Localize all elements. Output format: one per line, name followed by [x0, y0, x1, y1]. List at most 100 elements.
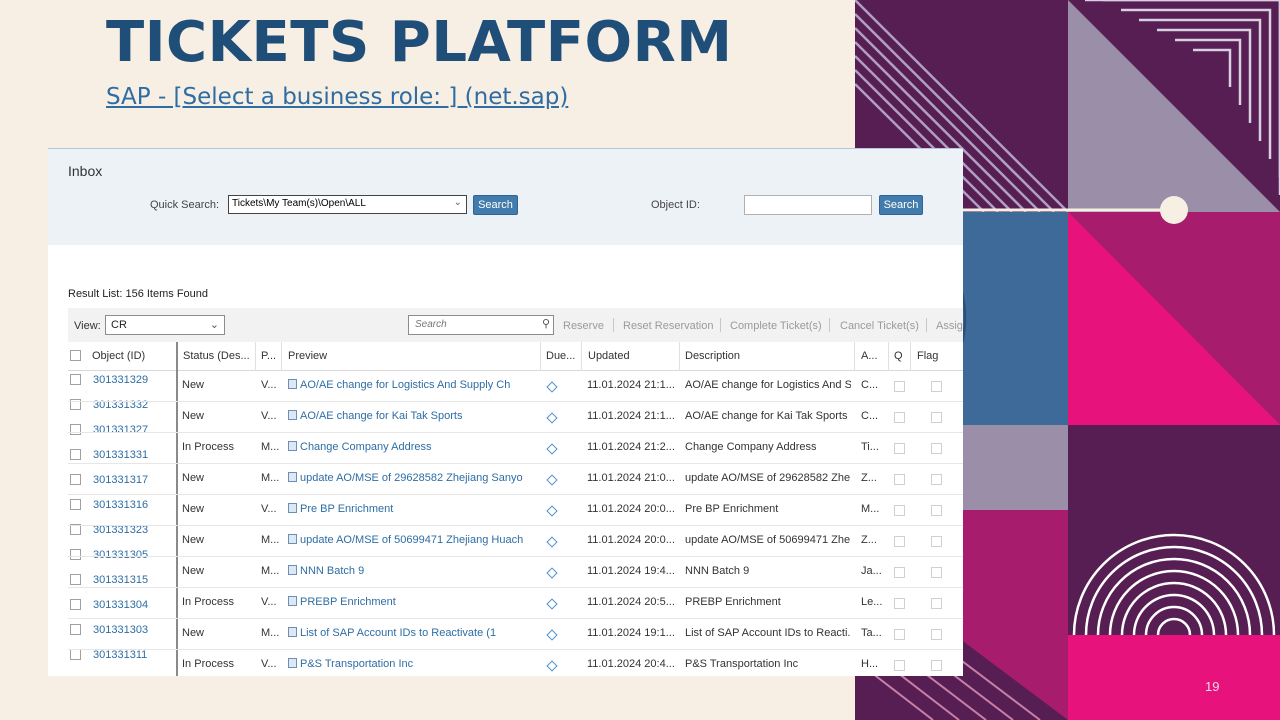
document-icon [288, 441, 297, 451]
q-checkbox[interactable] [894, 443, 905, 454]
q-checkbox[interactable] [894, 536, 905, 547]
priority-cell: M... [261, 534, 279, 546]
flag-checkbox[interactable] [931, 412, 942, 423]
q-checkbox[interactable] [894, 598, 905, 609]
table-row[interactable]: In Process M... Change Company Address 1… [68, 433, 963, 464]
q-checkbox[interactable] [894, 474, 905, 485]
updated-cell: 11.01.2024 21:0... [587, 472, 675, 484]
assignee-cell: Ti... [861, 441, 879, 453]
flag-checkbox[interactable] [931, 381, 942, 392]
view-select[interactable]: CR ⌄ [105, 315, 225, 335]
col-object-id[interactable]: Object (ID) [92, 350, 145, 362]
col-priority[interactable]: P... [261, 350, 283, 362]
col-updated[interactable]: Updated [588, 350, 630, 362]
updated-cell: 11.01.2024 21:1... [587, 379, 675, 391]
updated-cell: 11.01.2024 20:0... [587, 534, 675, 546]
col-due[interactable]: Due... [546, 350, 580, 362]
status-cell: New [182, 410, 205, 422]
col-assignee[interactable]: A... [861, 350, 881, 362]
priority-cell: M... [261, 565, 279, 577]
toolbar-separator [926, 318, 927, 332]
priority-cell: V... [261, 503, 277, 515]
priority-cell: V... [261, 410, 277, 422]
preview-link[interactable]: update AO/MSE of 29628582 Zhejiang Sanyo [288, 472, 538, 484]
flag-checkbox[interactable] [931, 505, 942, 516]
toolbar-separator [829, 318, 830, 332]
flag-checkbox[interactable] [931, 567, 942, 578]
table-row[interactable]: New M... List of SAP Account IDs to Reac… [68, 619, 963, 650]
preview-link[interactable]: AO/AE change for Logistics And Supply Ch [288, 379, 538, 391]
object-id-search-button[interactable]: Search [879, 195, 923, 215]
table-row[interactable]: New V... Pre BP Enrichment 11.01.2024 20… [68, 495, 963, 526]
reset-reservation-button[interactable]: Reset Reservation [623, 320, 714, 332]
preview-link[interactable]: Change Company Address [288, 441, 538, 453]
document-icon [288, 565, 297, 575]
assignee-cell: Z... [861, 472, 877, 484]
status-cell: New [182, 534, 205, 546]
quick-search-button[interactable]: Search [473, 195, 518, 215]
preview-link[interactable]: List of SAP Account IDs to Reactivate (1 [288, 627, 538, 639]
table-row[interactable]: New M... update AO/MSE of 29628582 Zheji… [68, 464, 963, 495]
col-description[interactable]: Description [685, 350, 740, 362]
q-checkbox[interactable] [894, 629, 905, 640]
flag-checkbox[interactable] [931, 660, 942, 671]
preview-link[interactable]: update AO/MSE of 50699471 Zhejiang Huach [288, 534, 538, 546]
updated-cell: 11.01.2024 20:5... [587, 596, 675, 608]
preview-link[interactable]: Pre BP Enrichment [288, 503, 538, 515]
updated-cell: 11.01.2024 21:2... [587, 441, 675, 453]
cancel-tickets-button[interactable]: Cancel Ticket(s) [840, 320, 919, 332]
q-checkbox[interactable] [894, 381, 905, 392]
status-cell: New [182, 503, 205, 515]
status-cell: In Process [182, 441, 234, 453]
priority-cell: M... [261, 627, 279, 639]
preview-link[interactable]: NNN Batch 9 [288, 565, 538, 577]
priority-cell: V... [261, 379, 277, 391]
flag-checkbox[interactable] [931, 536, 942, 547]
table-row[interactable]: New V... AO/AE change for Logistics And … [68, 371, 963, 402]
complete-tickets-button[interactable]: Complete Ticket(s) [730, 320, 822, 332]
col-flag[interactable]: Flag [917, 350, 938, 362]
document-icon [288, 658, 297, 668]
flag-checkbox[interactable] [931, 474, 942, 485]
q-checkbox[interactable] [894, 412, 905, 423]
col-status[interactable]: Status (Des... [183, 350, 253, 362]
preview-link[interactable]: PREBP Enrichment [288, 596, 538, 608]
object-id-input[interactable] [744, 195, 872, 215]
select-all-checkbox[interactable] [70, 350, 81, 361]
due-diamond-icon [546, 660, 558, 672]
quick-search-dropdown[interactable]: Tickets\My Team(s)\Open\ALL ⌄ [228, 195, 467, 214]
q-checkbox[interactable] [894, 567, 905, 578]
search-icon[interactable]: ⚲ [542, 317, 550, 330]
table-row[interactable]: New M... NNN Batch 9 11.01.2024 19:4... … [68, 557, 963, 588]
due-diamond-icon [546, 567, 558, 579]
flag-checkbox[interactable] [931, 629, 942, 640]
document-icon [288, 503, 297, 513]
reserve-button[interactable]: Reserve [563, 320, 604, 332]
toolbar-separator [720, 318, 721, 332]
table-row[interactable]: In Process V... P&S Transportation Inc 1… [68, 650, 963, 676]
assign-button[interactable]: Assign [936, 320, 963, 332]
sap-role-link[interactable]: SAP - [Select a business role: ] (net.sa… [106, 84, 568, 110]
table-search-input[interactable]: Search ⚲ [408, 315, 554, 335]
assignee-cell: C... [861, 379, 879, 391]
due-diamond-icon [546, 443, 558, 455]
q-checkbox[interactable] [894, 660, 905, 671]
preview-link[interactable]: P&S Transportation Inc [288, 658, 538, 670]
slide-title: TICKETS PLATFORM [106, 10, 733, 75]
col-preview[interactable]: Preview [288, 350, 327, 362]
q-checkbox[interactable] [894, 505, 905, 516]
flag-checkbox[interactable] [931, 598, 942, 609]
table-row[interactable]: New M... update AO/MSE of 50699471 Zheji… [68, 526, 963, 557]
sap-inbox-screenshot: Inbox Quick Search: Tickets\My Team(s)\O… [48, 148, 963, 676]
column-divider [679, 342, 680, 371]
column-divider [854, 342, 855, 371]
table-row[interactable]: In Process V... PREBP Enrichment 11.01.2… [68, 588, 963, 619]
assignee-cell: C... [861, 410, 879, 422]
col-q[interactable]: Q [894, 350, 903, 362]
table-row[interactable]: New V... AO/AE change for Kai Tak Sports… [68, 402, 963, 433]
flag-checkbox[interactable] [931, 443, 942, 454]
search-placeholder: Search [415, 319, 447, 330]
status-cell: New [182, 379, 205, 391]
preview-link[interactable]: AO/AE change for Kai Tak Sports [288, 410, 538, 422]
column-divider [888, 342, 889, 371]
